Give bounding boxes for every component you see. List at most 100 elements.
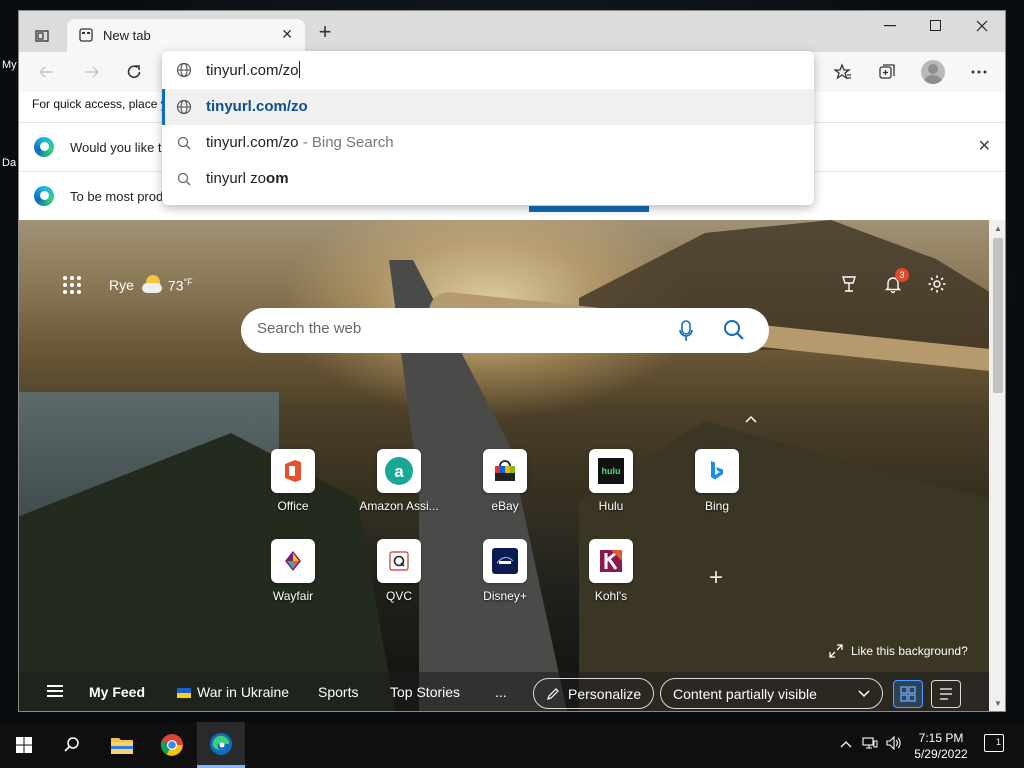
suggestion-text: tinyurl.com/zo - Bing Search (206, 134, 394, 151)
new-tab-button[interactable]: + (313, 20, 337, 44)
like-background-text: Like this background? (851, 644, 968, 658)
disney-icon (483, 539, 527, 583)
infobar-text: Would you like t (70, 140, 162, 155)
feed-tab-top-stories[interactable]: Top Stories (390, 684, 460, 700)
windows-icon (16, 737, 32, 753)
search-icon[interactable] (723, 319, 745, 346)
close-icon[interactable]: ✕ (978, 136, 991, 156)
quick-link-amazon[interactable]: a Amazon Assi... (354, 449, 444, 529)
tile-label: Bing (704, 499, 730, 513)
infobar-action-button[interactable] (529, 206, 649, 212)
quick-link-wayfair[interactable]: Wayfair (248, 539, 338, 619)
scroll-thumb[interactable] (993, 238, 1003, 393)
desktop-label[interactable]: Da (2, 157, 16, 169)
network-icon[interactable] (862, 736, 878, 753)
scroll-up-icon[interactable]: ▲ (993, 224, 1003, 233)
favorites-icon[interactable] (829, 60, 857, 84)
web-search-box (241, 308, 769, 353)
chevron-down-icon (858, 689, 870, 697)
clock-time: 7:15 PM (918, 731, 964, 745)
close-tab-icon[interactable]: ✕ (281, 26, 293, 43)
tab-new-tab[interactable]: New tab ✕ (67, 19, 305, 52)
feed-tab-sports[interactable]: Sports (318, 684, 358, 700)
weather-temperature[interactable]: 73°F (168, 277, 193, 294)
tile-label: Wayfair (272, 589, 314, 603)
list-view-button[interactable] (931, 680, 961, 708)
feed-more-button[interactable]: ... (495, 684, 507, 700)
chrome-icon (160, 734, 183, 756)
partly-cloudy-icon (141, 275, 162, 295)
svg-text:a: a (394, 462, 404, 481)
taskbar-search-button[interactable] (48, 722, 96, 768)
address-bar[interactable]: tinyurl.com/zo (162, 51, 814, 89)
microphone-icon[interactable] (679, 320, 693, 347)
edge-icon (210, 732, 232, 755)
favorites-bar-hint: For quick access, place y (32, 97, 167, 111)
tile-label: QVC (385, 589, 412, 603)
edge-logo-icon (34, 137, 54, 157)
start-button[interactable] (0, 722, 48, 768)
suggestion-tinyurl-zoom[interactable]: tinyurl zoom (162, 161, 814, 197)
chevron-up-icon[interactable] (840, 736, 852, 751)
tile-label: Kohl's (594, 589, 628, 603)
tile-label: eBay (491, 499, 519, 513)
notification-center-button[interactable]: 1 (984, 734, 1004, 752)
tile-label: Disney+ (483, 589, 527, 603)
feed-tab-my-feed[interactable]: My Feed (89, 684, 145, 700)
quick-link-kohls[interactable]: Kohl's (566, 539, 656, 619)
volume-icon[interactable] (886, 735, 902, 753)
quick-link-hulu[interactable]: hulu Hulu (566, 449, 656, 529)
page-scrollbar[interactable]: ▲ ▼ (989, 220, 1005, 711)
chrome-button[interactable] (148, 722, 196, 768)
grid-icon (900, 686, 916, 702)
maximize-button[interactable] (913, 11, 959, 41)
quick-link-qvc[interactable]: QVC (354, 539, 444, 619)
collections-icon[interactable] (873, 60, 901, 84)
suggestion-bing-search[interactable]: tinyurl.com/zo - Bing Search (162, 125, 814, 161)
refresh-button[interactable] (121, 60, 147, 84)
suggestion-text: tinyurl.com/zo (206, 98, 308, 115)
hamburger-menu-icon[interactable] (47, 685, 63, 697)
settings-gear-icon[interactable] (927, 274, 947, 299)
add-quick-link-button[interactable]: + (705, 564, 727, 592)
forward-button[interactable] (79, 60, 105, 84)
back-button[interactable] (33, 60, 59, 84)
more-options-icon[interactable] (965, 60, 993, 84)
new-tab-page: Rye 73°F 3 Search the web Office a Amazo… (19, 220, 989, 711)
content-visibility-dropdown[interactable]: Content partially visible (660, 678, 883, 709)
desktop-label[interactable]: My (2, 59, 17, 71)
list-icon (940, 688, 952, 700)
wayfair-icon (271, 539, 315, 583)
feed-tab-war-in-ukraine[interactable]: War in Ukraine (177, 684, 289, 700)
quick-link-disney[interactable]: Disney+ (460, 539, 550, 619)
quick-link-office[interactable]: Office (248, 449, 338, 529)
edge-taskbar-button[interactable] (197, 722, 245, 768)
globe-icon (176, 62, 192, 78)
taskbar: 7:15 PM 5/29/2022 1 (0, 722, 1024, 768)
tab-actions-icon[interactable] (29, 23, 55, 49)
hulu-icon: hulu (589, 449, 633, 493)
minimize-button[interactable] (867, 11, 913, 41)
system-clock[interactable]: 7:15 PM 5/29/2022 (914, 730, 968, 762)
personalize-button[interactable]: Personalize (533, 678, 655, 709)
qvc-icon (377, 539, 421, 583)
rewards-icon[interactable] (839, 274, 859, 299)
search-icon (176, 171, 192, 187)
app-launcher-icon[interactable] (63, 276, 81, 294)
weather-city[interactable]: Rye (109, 277, 134, 293)
chevron-up-icon[interactable] (745, 410, 757, 428)
quick-link-bing[interactable]: Bing (672, 449, 762, 529)
notifications-icon[interactable]: 3 (883, 268, 909, 299)
grid-view-button[interactable] (893, 680, 923, 708)
suggestion-url[interactable]: tinyurl.com/zo (162, 89, 814, 125)
scroll-down-icon[interactable]: ▼ (993, 699, 1003, 708)
profile-avatar[interactable] (921, 60, 945, 84)
quick-link-ebay[interactable]: eBay (460, 449, 550, 529)
close-window-button[interactable] (959, 11, 1005, 41)
search-icon (176, 135, 192, 151)
web-search-input[interactable] (257, 320, 637, 337)
like-background-link[interactable]: Like this background? (829, 644, 968, 658)
address-input[interactable]: tinyurl.com/zo (206, 61, 300, 79)
bing-icon (695, 449, 739, 493)
file-explorer-button[interactable] (98, 722, 146, 768)
